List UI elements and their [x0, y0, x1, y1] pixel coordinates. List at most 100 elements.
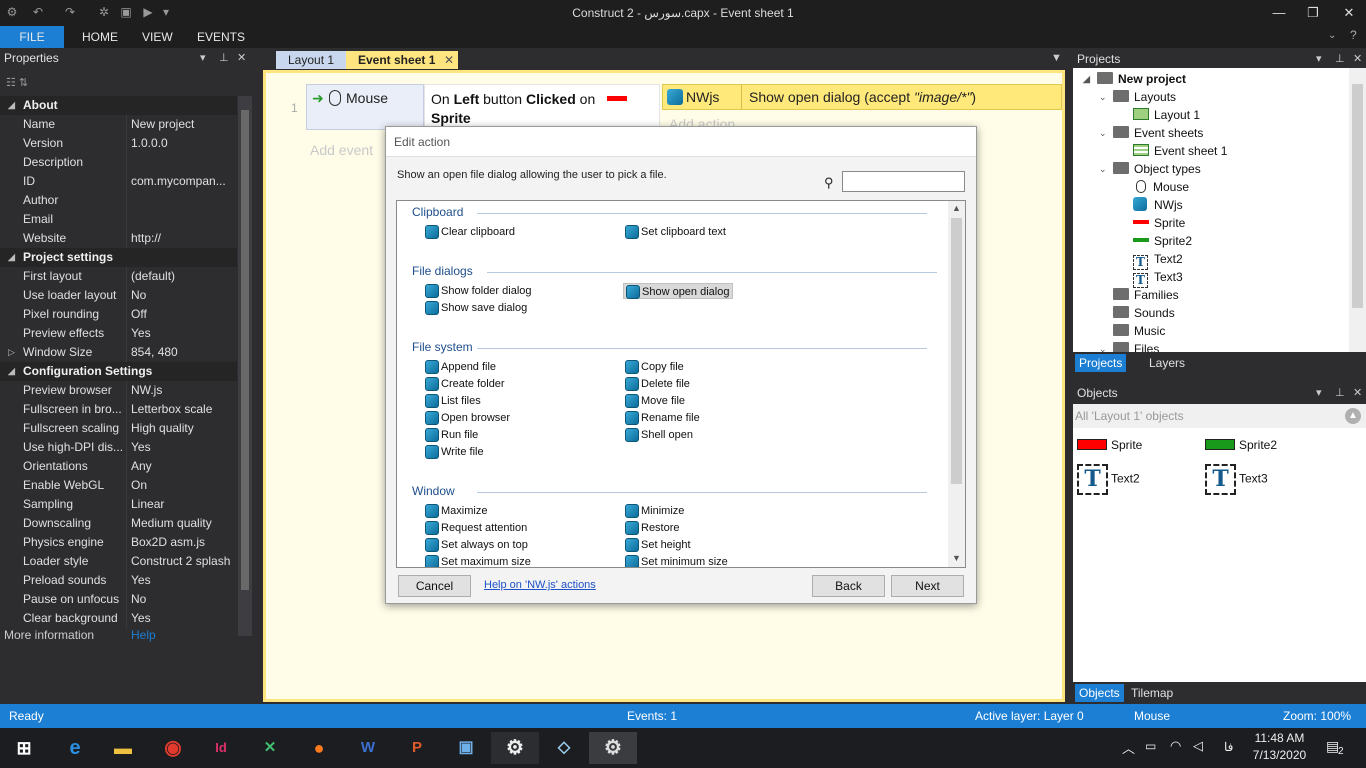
property-value[interactable]: No	[131, 286, 235, 305]
property-value[interactable]: Off	[131, 305, 235, 324]
action-item[interactable]: Move file	[623, 393, 685, 409]
property-value[interactable]: Yes	[131, 609, 235, 628]
property-row[interactable]: Description	[0, 153, 237, 172]
tree-files[interactable]: ⌄ Files	[1099, 340, 1159, 352]
battery-icon[interactable]: ▭	[1145, 739, 1156, 753]
tab-layout-1[interactable]: Layout 1	[276, 51, 347, 69]
tree-root[interactable]: ◢ New project	[1083, 70, 1186, 88]
object-text2[interactable]: T Text2	[1077, 464, 1140, 495]
tab-event-sheet-1[interactable]: Event sheet 1 ✕	[346, 51, 458, 69]
objects-menu-icon[interactable]: ▾	[1316, 386, 1322, 399]
scroll-down-icon[interactable]: ▼	[952, 553, 961, 563]
property-value[interactable]: Linear	[131, 495, 235, 514]
tab-view[interactable]: VIEW	[130, 26, 185, 48]
property-row[interactable]: Sampling Linear	[0, 495, 237, 514]
property-row[interactable]: Clear background Yes	[0, 609, 237, 628]
property-value[interactable]: Yes	[131, 571, 235, 590]
notes-app-icon[interactable]: ◇	[540, 732, 588, 764]
property-row[interactable]: Pixel rounding Off	[0, 305, 237, 324]
action-item[interactable]: Append file	[423, 359, 496, 375]
tree-object-types[interactable]: ⌄ Object types	[1099, 160, 1201, 178]
property-value[interactable]: Yes	[131, 438, 235, 457]
volume-icon[interactable]: ◁	[1193, 738, 1203, 754]
minimize-button[interactable]: —	[1262, 0, 1296, 26]
edge-icon[interactable]: e	[51, 732, 99, 764]
property-row[interactable]: Orientations Any	[0, 457, 237, 476]
close-panel-icon[interactable]: ✕	[237, 48, 246, 68]
property-row[interactable]: Fullscreen scaling High quality	[0, 419, 237, 438]
action-item[interactable]: List files	[423, 393, 481, 409]
property-row[interactable]: ID com.mycompan...	[0, 172, 237, 191]
property-row[interactable]: Website http://	[0, 229, 237, 248]
collapse-arrow-icon[interactable]: ◢	[8, 362, 15, 381]
property-row[interactable]: Physics engine Box2D asm.js	[0, 533, 237, 552]
property-value[interactable]: Box2D asm.js	[131, 533, 235, 552]
image-viewer-icon[interactable]: ▣	[442, 732, 490, 764]
action-item[interactable]: Write file	[423, 444, 484, 460]
tree-music[interactable]: Music	[1113, 322, 1165, 340]
close-tab-icon[interactable]: ✕	[444, 51, 454, 69]
tab-layers[interactable]: Layers	[1149, 354, 1185, 372]
action-item[interactable]: Set height	[623, 537, 691, 553]
restore-button[interactable]: ❐	[1296, 0, 1330, 26]
settings-gear-icon[interactable]: ⚙	[491, 732, 539, 764]
cancel-button[interactable]: Cancel	[398, 575, 471, 597]
help-icon[interactable]: ?	[1350, 28, 1357, 42]
tree-layouts[interactable]: ⌄ Layouts	[1099, 88, 1176, 106]
action-item[interactable]: Show folder dialog	[423, 283, 532, 299]
action-item[interactable]: Show save dialog	[423, 300, 527, 316]
back-button[interactable]: Back	[812, 575, 885, 597]
projects-menu-icon[interactable]: ▾	[1316, 52, 1322, 65]
action-item[interactable]: Set minimum size	[623, 554, 728, 567]
help-actions-link[interactable]: Help on 'NW.js' actions	[484, 579, 596, 591]
tabs-dropdown-icon[interactable]: ▼	[1051, 52, 1062, 64]
action-item[interactable]: Create folder	[423, 376, 505, 392]
objects-filter[interactable]: All 'Layout 1' objects	[1073, 404, 1366, 428]
property-value[interactable]: 854, 480	[131, 343, 235, 362]
tray-chevron-icon[interactable]: ︿	[1122, 738, 1135, 757]
property-value[interactable]: Any	[131, 457, 235, 476]
search-input[interactable]	[842, 171, 965, 192]
next-button[interactable]: Next	[891, 575, 964, 597]
tree-object-sprite[interactable]: Sprite	[1133, 214, 1185, 232]
tree-object-text2[interactable]: T Text2	[1133, 250, 1183, 270]
condition-cell[interactable]: On Left button Clicked on Sprite	[424, 84, 660, 130]
tree-sounds[interactable]: Sounds	[1113, 304, 1175, 322]
object-text3[interactable]: T Text3	[1205, 464, 1268, 495]
wifi-icon[interactable]: ◠	[1170, 738, 1181, 754]
action-item[interactable]: Delete file	[623, 376, 690, 392]
sort-icons[interactable]: ☷ ⇅	[6, 76, 28, 89]
property-value[interactable]: New project	[131, 115, 235, 134]
projects-pin-icon[interactable]: ⊥	[1335, 52, 1345, 65]
property-value[interactable]: Construct 2 splash	[131, 552, 235, 571]
tab-projects[interactable]: Projects	[1075, 354, 1127, 372]
property-value[interactable]: Yes	[131, 324, 235, 343]
property-row[interactable]: Loader style Construct 2 splash	[0, 552, 237, 571]
action-list-scrollbar[interactable]: ▲ ▼	[948, 201, 965, 567]
property-row[interactable]: Enable WebGL On	[0, 476, 237, 495]
panel-menu-icon[interactable]: ▾	[200, 48, 206, 68]
tab-events[interactable]: EVENTS	[185, 26, 257, 48]
action-item[interactable]: Set always on top	[423, 537, 528, 553]
property-category[interactable]: ◢ About	[0, 96, 237, 115]
property-category[interactable]: ◢ Configuration Settings	[0, 362, 237, 381]
action-item[interactable]: Restore	[623, 520, 680, 536]
projects-close-icon[interactable]: ✕	[1353, 52, 1362, 65]
property-row[interactable]: Fullscreen in bro... Letterbox scale	[0, 400, 237, 419]
start-windows-icon[interactable]: ⊞	[0, 732, 48, 764]
action-item[interactable]: Open browser	[423, 410, 510, 426]
tree-object-text3[interactable]: T Text3	[1133, 268, 1183, 288]
close-window-button[interactable]: ✕	[1332, 0, 1366, 26]
tree-families[interactable]: Families	[1113, 286, 1179, 304]
construct-gear-icon[interactable]: ⚙	[589, 732, 637, 764]
action-item[interactable]: Minimize	[623, 503, 684, 519]
property-value[interactable]: Letterbox scale	[131, 400, 235, 419]
indesign-icon[interactable]: Id	[197, 732, 245, 764]
objects-close-icon[interactable]: ✕	[1353, 386, 1362, 399]
tree-object-nwjs[interactable]: NWjs	[1133, 196, 1183, 214]
objects-pin-icon[interactable]: ⊥	[1335, 386, 1345, 399]
tree-layout-1[interactable]: Layout 1	[1133, 106, 1200, 124]
action-list[interactable]: Clipboard Clear clipboard Set clipboard te…	[396, 200, 966, 568]
firefox-icon[interactable]: ●	[295, 732, 343, 764]
app-x-icon[interactable]: ✕	[246, 732, 294, 764]
